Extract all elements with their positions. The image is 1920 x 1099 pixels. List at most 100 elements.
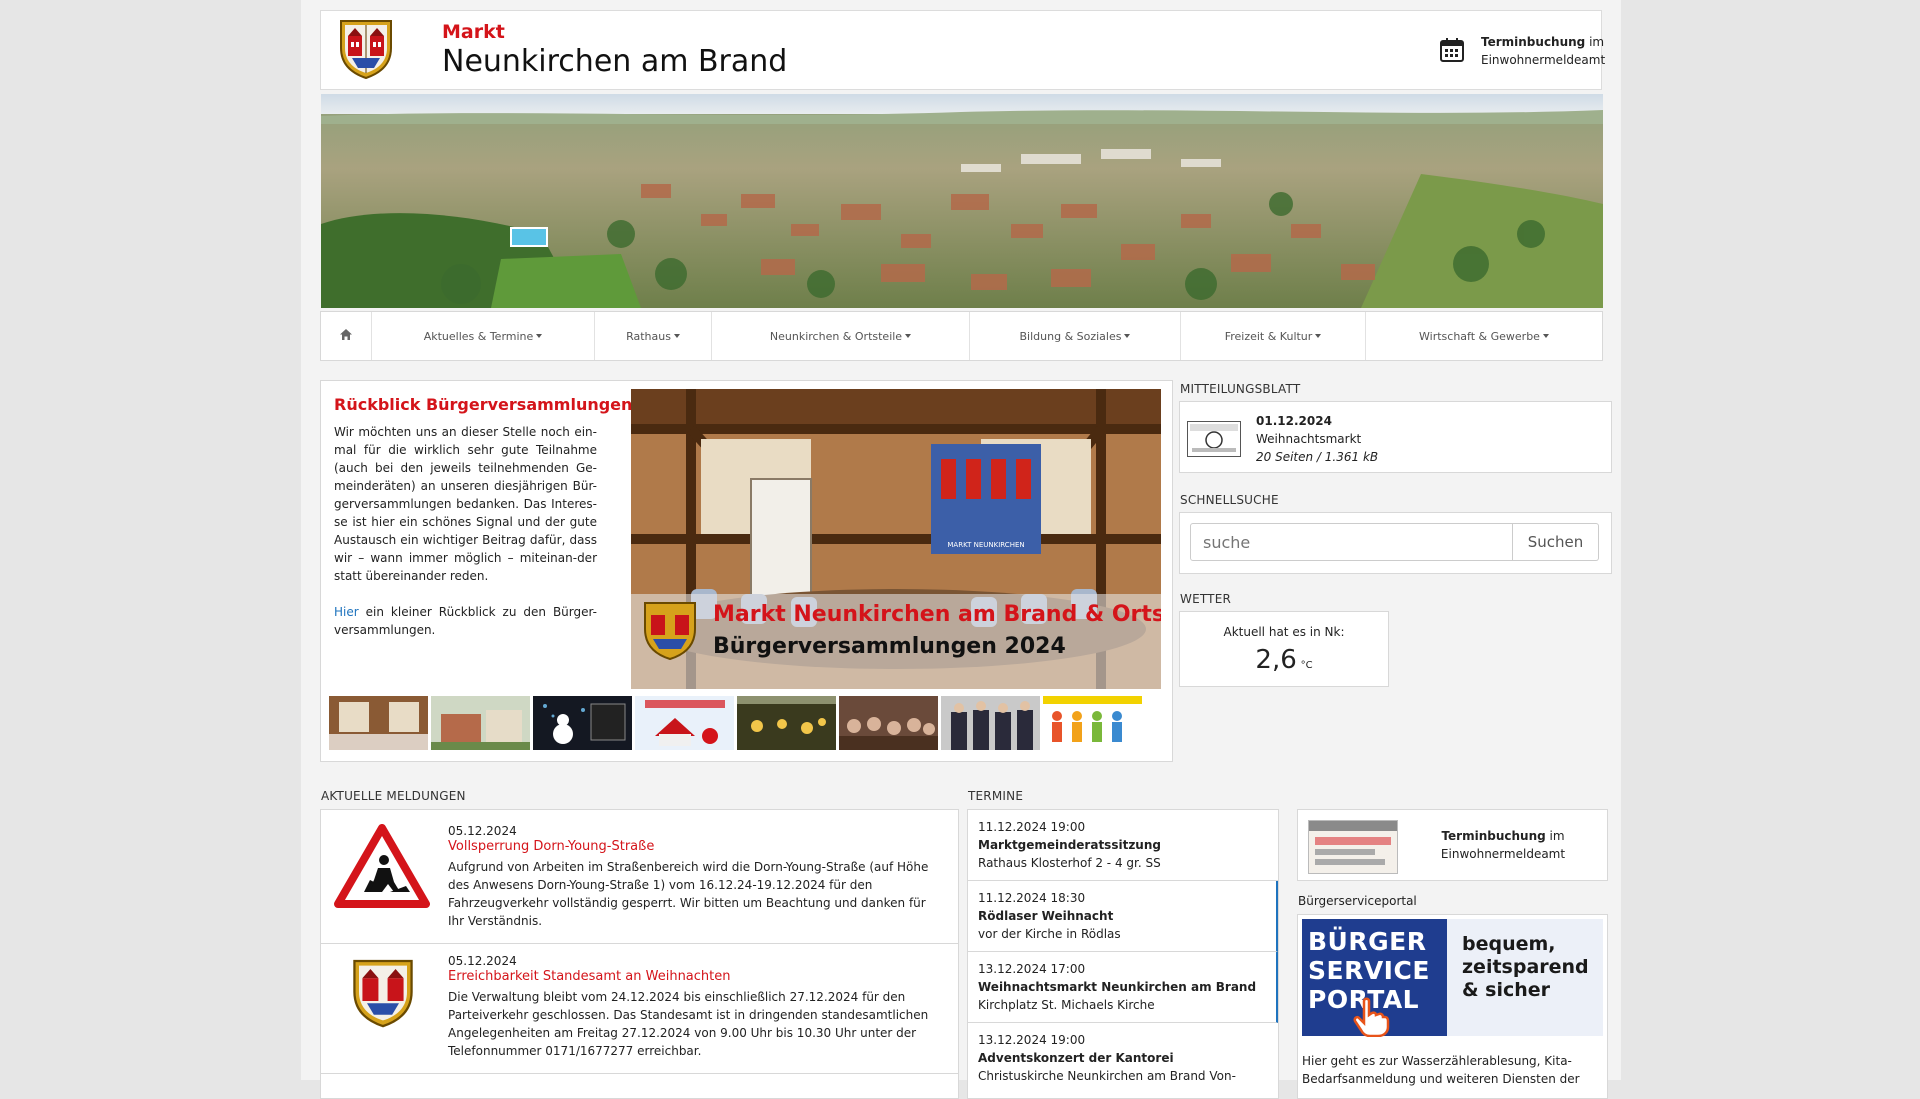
event-date: 13.12.2024 19:00	[978, 1033, 1086, 1047]
search-card: Suchen	[1179, 512, 1612, 574]
nav-label: Freizeit & Kultur	[1224, 329, 1313, 343]
appointment-card[interactable]: Terminbuchung im Einwohnermeldeamt	[1297, 809, 1608, 881]
caret-down-icon	[1124, 334, 1131, 338]
nav-home[interactable]	[321, 312, 372, 360]
appointment-line2: Einwohnermeldeamt	[1440, 847, 1566, 861]
nav-bildung-soziales[interactable]: Bildung & Soziales	[970, 312, 1181, 360]
nav-label: Neunkirchen & Ortsteile	[769, 329, 903, 343]
municipal-crest-icon	[351, 957, 415, 1032]
news-text: Die Verwaltung bleibt vom 24.12.2024 bis…	[448, 990, 929, 1058]
road-works-sign-icon	[334, 824, 430, 911]
poster-text: MARKT NEUNKIRCHEN	[947, 541, 1024, 549]
portal-text-2: Bedarfsanmeldung und weiteren Diensten d…	[1302, 1072, 1580, 1086]
portal-text: Hier geht es zur Wasserzählerablesung, K…	[1302, 1052, 1602, 1088]
termine-label: TERMINE	[968, 789, 1024, 803]
events-list: 11.12.2024 19:00 Marktgemeinderatssitzun…	[967, 809, 1279, 1099]
search-button[interactable]: Suchen	[1513, 523, 1599, 561]
municipal-crest-logo[interactable]	[338, 18, 394, 80]
thumbnail-3[interactable]	[533, 696, 632, 750]
nav-freizeit-kultur[interactable]: Freizeit & Kultur	[1181, 312, 1366, 360]
thumbnail-1[interactable]	[329, 696, 428, 750]
wetter-label: WETTER	[1180, 592, 1232, 606]
featured-link-paragraph: Hier ein kleiner Rückblick zu den Bürger…	[334, 603, 597, 639]
event-place: Rathaus Klosterhof 2 - 4 gr. SS	[978, 856, 1161, 870]
thumbnail-2[interactable]	[431, 696, 530, 750]
event-item[interactable]: 11.12.2024 18:30 Rödlaser Weihnacht vor …	[968, 881, 1278, 952]
brand-title[interactable]: Neunkirchen am Brand	[442, 44, 787, 79]
mitteilungsblatt-card[interactable]: 01.12.2024 Weihnachtsmarkt 20 Seiten / 1…	[1179, 401, 1612, 473]
weather-reading: 2,6 °C	[1180, 645, 1388, 675]
event-title: Adventskonzert der Kantorei	[978, 1051, 1174, 1065]
site-header: Markt Neunkirchen am Brand Terminbuchung…	[320, 10, 1605, 90]
news-title[interactable]: Erreichbarkeit Standesamt an Weihnachten	[448, 969, 731, 984]
nav-wirtschaft-gewerbe[interactable]: Wirtschaft & Gewerbe	[1366, 312, 1602, 360]
weather-card: Aktuell hat es in Nk: 2,6 °C	[1179, 611, 1389, 687]
event-date: 11.12.2024 18:30	[978, 891, 1086, 905]
featured-body: Wir möchten uns an dieser Stelle noch ei…	[334, 425, 597, 583]
news-date: 05.12.2024	[448, 824, 517, 838]
list-item[interactable]: 05.12.2024 Vollsperrung Dorn-Young-Straß…	[321, 810, 958, 944]
caret-down-icon	[905, 334, 912, 338]
hand-pointer-icon	[1350, 997, 1390, 1040]
event-date: 11.12.2024 19:00	[978, 820, 1086, 834]
event-date: 13.12.2024 17:00	[978, 962, 1086, 976]
news-list: 05.12.2024 Vollsperrung Dorn-Young-Straß…	[320, 809, 959, 1099]
event-title: Marktgemeinderatssitzung	[978, 838, 1161, 852]
portal-slogan: bequem, zeitsparend & sicher	[1462, 933, 1589, 1002]
thumbnail-4[interactable]	[635, 696, 734, 750]
main-navigation: Aktuelles & Termine Rathaus Neunkirchen …	[320, 311, 1603, 361]
caret-down-icon	[1542, 334, 1549, 338]
brand-small[interactable]: Markt	[442, 21, 505, 43]
thumbnail-7[interactable]	[941, 696, 1040, 750]
page: Markt Neunkirchen am Brand Terminbuchung…	[301, 0, 1621, 1099]
nav-label: Aktuelles & Termine	[423, 329, 534, 343]
calendar-icon[interactable]	[1439, 37, 1465, 66]
event-item[interactable]: 11.12.2024 19:00 Marktgemeinderatssitzun…	[968, 810, 1278, 881]
nav-label: Bildung & Soziales	[1019, 329, 1122, 343]
event-title: Rödlaser Weihnacht	[978, 909, 1114, 923]
home-icon	[339, 328, 353, 344]
weather-value: 2,6	[1255, 645, 1297, 675]
appointment-bold: Terminbuchung	[1441, 829, 1546, 843]
weather-unit: °C	[1300, 660, 1313, 671]
schnellsuche-label: SCHNELLSUCHE	[1180, 493, 1279, 507]
featured-link[interactable]: Hier	[334, 605, 359, 619]
portal-logo-line1: BÜRGER	[1308, 927, 1427, 956]
appointment-link[interactable]: Terminbuchung im Einwohnermeldeamt	[1481, 33, 1605, 69]
portal-card[interactable]: BÜRGER SERVICE PORTAL bequem, zeitsparen…	[1297, 914, 1608, 1099]
newsletter-cover-icon	[1187, 421, 1241, 457]
nav-label: Wirtschaft & Gewerbe	[1419, 329, 1540, 343]
event-place: Kirchplatz St. Michaels Kirche	[978, 998, 1155, 1012]
portal-slogan-2: zeitsparend	[1462, 956, 1589, 978]
thumbnail-8[interactable]	[1043, 696, 1142, 750]
thumbnail-6[interactable]	[839, 696, 938, 750]
hero-panorama-image	[321, 94, 1603, 308]
search-input[interactable]	[1190, 523, 1513, 561]
event-place: vor der Kirche in Rödlas	[978, 927, 1121, 941]
featured-image[interactable]: MARKT NEUNKIRCHEN Markt Neunkirchen am B…	[631, 389, 1161, 689]
portal-slogan-1: bequem,	[1462, 933, 1556, 955]
nav-rathaus[interactable]: Rathaus	[595, 312, 712, 360]
mitteilungsblatt-label: MITTEILUNGSBLATT	[1180, 382, 1301, 396]
event-place: Christuskirche Neunkirchen am Brand Von-	[978, 1069, 1236, 1083]
appointment-line2: Einwohnermeldeamt	[1481, 53, 1606, 67]
portal-slogan-3: & sicher	[1462, 979, 1551, 1001]
portal-logo-line2: SERVICE	[1308, 956, 1430, 985]
appointment-link-sidebar[interactable]: Terminbuchung im Einwohnermeldeamt	[1408, 827, 1598, 863]
featured-image-line1: Markt Neunkirchen am Brand & Ortsteile	[713, 602, 1161, 627]
event-item[interactable]: 13.12.2024 17:00 Weihnachtsmarkt Neunkir…	[968, 952, 1278, 1023]
caret-down-icon	[536, 334, 543, 338]
nav-neunkirchen-ortsteile[interactable]: Neunkirchen & Ortsteile	[712, 312, 970, 360]
news-title[interactable]: Vollsperrung Dorn-Young-Straße	[448, 839, 654, 854]
list-item[interactable]: 05.12.2024 Erreichbarkeit Standesamt an …	[321, 943, 958, 1074]
portal-banner[interactable]: BÜRGER SERVICE PORTAL bequem, zeitsparen…	[1302, 919, 1603, 1038]
nav-label: Rathaus	[626, 329, 671, 343]
appointment-thumbnail	[1308, 820, 1398, 874]
featured-title[interactable]: Rückblick Bürgerversammlungen	[334, 395, 632, 414]
thumbnail-5[interactable]	[737, 696, 836, 750]
weather-text: Aktuell hat es in Nk:	[1223, 625, 1345, 639]
appointment-rest: im	[1585, 35, 1605, 49]
nav-aktuelles-termine[interactable]: Aktuelles & Termine	[372, 312, 595, 360]
caret-down-icon	[673, 334, 680, 338]
event-item[interactable]: 13.12.2024 19:00 Adventskonzert der Kant…	[968, 1023, 1278, 1098]
